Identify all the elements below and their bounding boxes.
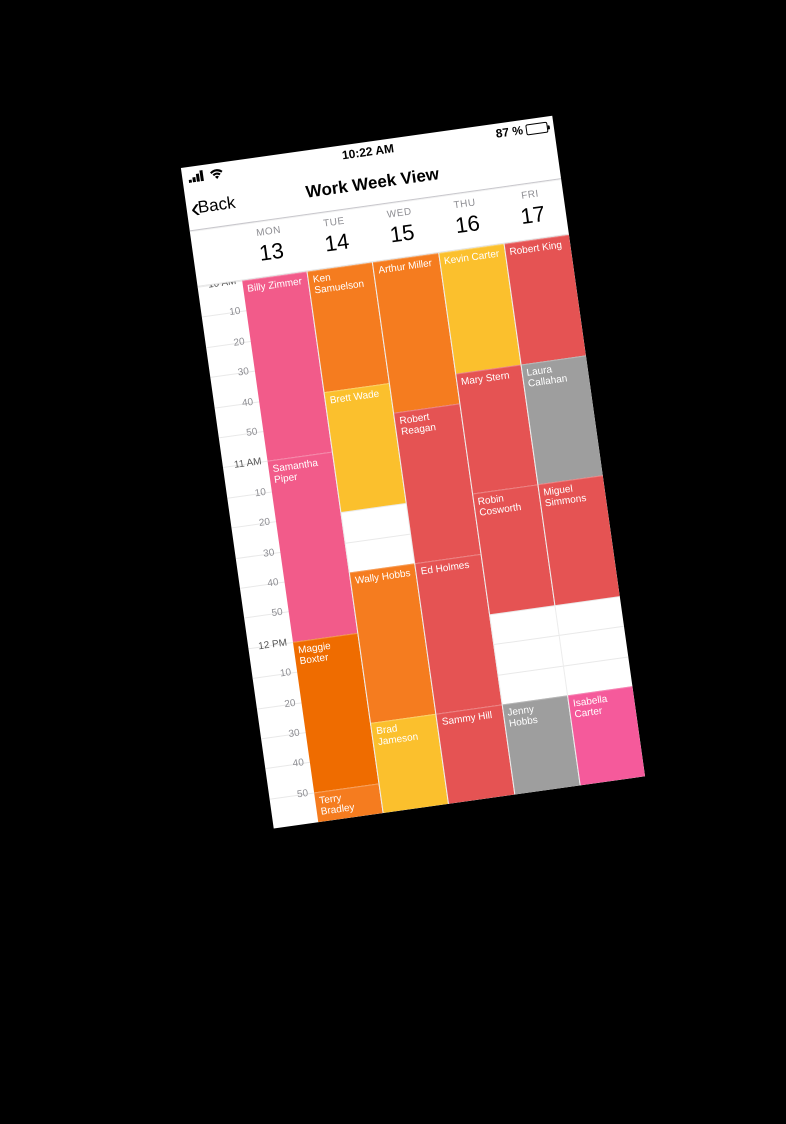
minute-label: 20 [256,697,302,714]
minute-label: 30 [209,365,255,382]
minute-label: 10 [201,305,247,322]
minute-label: 50 [217,426,263,443]
phone-frame: 10:22 AM 87 % ‹ Back Work Week View MON1… [180,116,644,829]
minute-label: 30 [234,546,280,563]
day-header[interactable]: FRI17 [495,179,568,243]
time-gutter-header [189,225,241,286]
calendar-event[interactable]: Brad Jameson [371,714,448,813]
minute-label: 40 [213,396,259,413]
day-header[interactable]: MON13 [234,216,307,280]
minute-label: 40 [264,757,310,774]
minute-label: 50 [268,787,314,804]
battery-icon [525,121,548,135]
minute-label: 20 [205,335,251,352]
calendar-event[interactable]: Isabella Carter [567,686,644,785]
calendar-event[interactable]: Jenny Hobbs [502,695,579,794]
schedule-grid[interactable]: 10 AM102030405011 AM102030405012 PM10203… [197,235,644,829]
minute-label: 50 [243,606,289,623]
day-header[interactable]: TUE14 [299,207,372,271]
calendar-event[interactable]: Sammy Hill [436,705,513,804]
hour-label: 12 PM [247,636,293,653]
minute-label: 10 [226,486,272,503]
minute-label: 10 [251,666,297,683]
minute-label: 40 [239,576,285,593]
battery-percent: 87 % [494,123,523,141]
day-header[interactable]: THU16 [430,188,503,252]
minute-label: 20 [230,516,276,533]
hour-label: 11 AM [222,456,268,473]
minute-label: 30 [260,727,306,744]
day-header[interactable]: WED15 [365,198,438,262]
